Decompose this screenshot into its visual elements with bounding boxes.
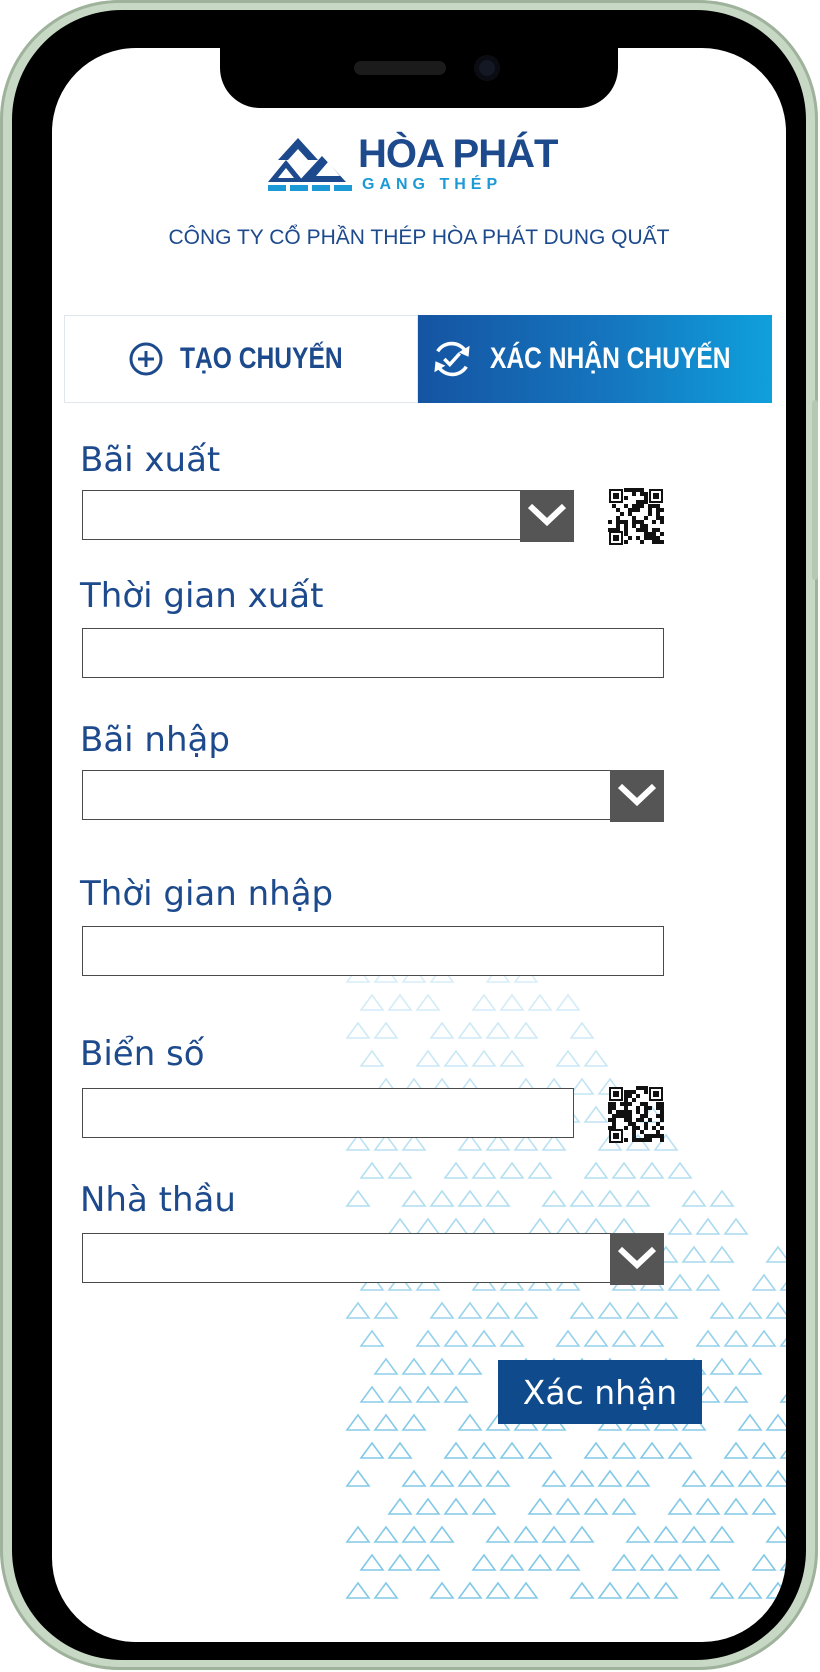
- phone-frame: HÒA PHÁT GANG THÉP CÔNG TY CỔ PHẦN THÉP …: [0, 0, 818, 1670]
- tab-confirm-label: XÁC NHẬN CHUYẾN: [490, 342, 731, 375]
- side-button: [812, 400, 818, 580]
- import-time-label: Thời gian nhập: [80, 874, 334, 914]
- hoa-phat-logo: HÒA PHÁT GANG THÉP: [268, 132, 588, 204]
- export-yard-label: Bãi xuất: [80, 440, 221, 480]
- brand-subtitle: GANG THÉP: [362, 176, 503, 193]
- import-yard-select[interactable]: [82, 770, 664, 822]
- import-yard-label: Bãi nhập: [80, 720, 230, 760]
- contractor-dropdown-button[interactable]: [610, 1233, 664, 1285]
- chevron-down-icon: [617, 1246, 657, 1270]
- export-time-field[interactable]: [82, 628, 664, 678]
- plate-label: Biển số: [80, 1034, 205, 1074]
- import-time-field[interactable]: [82, 926, 664, 976]
- chevron-down-icon: [617, 783, 657, 807]
- plate-qr-scan-icon[interactable]: [608, 1086, 664, 1144]
- company-name: CÔNG TY CỔ PHẦN THÉP HÒA PHÁT DUNG QUẤT: [168, 226, 670, 249]
- export-yard-select[interactable]: [82, 490, 574, 542]
- refresh-check-icon: [434, 341, 470, 377]
- front-camera: [474, 55, 500, 81]
- brand-name: HÒA PHÁT: [358, 132, 558, 176]
- logo-mountain-icon: [268, 138, 352, 191]
- contractor-label: Nhà thầu: [80, 1180, 236, 1220]
- export-yard-qr-scan-icon[interactable]: [608, 488, 664, 546]
- notch: [220, 48, 618, 108]
- chevron-down-icon: [527, 503, 567, 527]
- speaker: [354, 61, 446, 75]
- app-screen: HÒA PHÁT GANG THÉP CÔNG TY CỔ PHẦN THÉP …: [52, 48, 786, 1642]
- tab-create-label: TẠO CHUYẾN: [179, 342, 343, 375]
- contractor-select[interactable]: [82, 1233, 664, 1285]
- tab-create-trip[interactable]: TẠO CHUYẾN: [64, 315, 418, 403]
- plate-field[interactable]: [82, 1088, 574, 1138]
- tab-confirm-trip[interactable]: XÁC NHẬN CHUYẾN: [418, 315, 772, 403]
- tab-bar: TẠO CHUYẾN XÁC NHẬN CHUYẾN: [64, 315, 772, 403]
- export-time-label: Thời gian xuất: [80, 576, 324, 616]
- plus-circle-icon: [129, 342, 163, 376]
- confirm-submit-button[interactable]: Xác nhận: [498, 1360, 702, 1424]
- phone-bezel: HÒA PHÁT GANG THÉP CÔNG TY CỔ PHẦN THÉP …: [12, 10, 806, 1660]
- import-yard-dropdown-button[interactable]: [610, 770, 664, 822]
- export-yard-dropdown-button[interactable]: [520, 490, 574, 542]
